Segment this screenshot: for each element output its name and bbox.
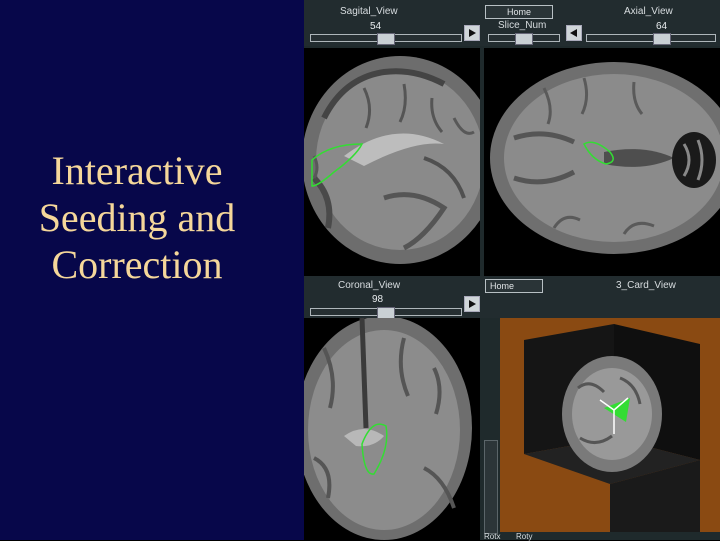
coronal-view[interactable] <box>304 318 480 540</box>
sagittal-next-button[interactable] <box>464 25 480 41</box>
axial-slider-thumb[interactable] <box>653 33 671 45</box>
sagittal-slice-value: 54 <box>370 21 382 32</box>
axial-prev-button[interactable] <box>566 25 582 41</box>
coronal-slider[interactable] <box>310 307 462 319</box>
home-button-top[interactable]: Home <box>485 5 553 19</box>
slice-num-label: Slice_Num <box>498 20 547 31</box>
coronal-view-label: Coronal_View <box>338 280 401 291</box>
3d-view-label: 3_Card_View <box>616 280 676 291</box>
axial-slice-value: 64 <box>656 21 668 32</box>
3d-view-scrollbar[interactable] <box>484 440 498 534</box>
title-line: Correction <box>51 241 223 287</box>
sagittal-slider[interactable] <box>310 33 462 45</box>
sagittal-view[interactable] <box>304 48 480 276</box>
axial-slice-image <box>490 62 720 254</box>
slice-num-slider-thumb[interactable] <box>515 33 533 45</box>
axial-slider[interactable] <box>586 33 716 45</box>
axial-view[interactable] <box>484 48 720 276</box>
home-button-middle[interactable]: Home <box>485 279 543 293</box>
3d-brain-render <box>500 318 720 532</box>
coronal-next-button[interactable] <box>464 296 480 312</box>
3d-card-view[interactable] <box>500 318 720 532</box>
coronal-slice-value: 98 <box>372 294 384 305</box>
title-line: Interactive <box>51 148 223 193</box>
title-line: Seeding and <box>38 194 236 240</box>
arrow-right-icon <box>469 300 476 308</box>
slide-title: Interactive Seeding and Correction <box>14 148 260 288</box>
arrow-right-icon <box>469 29 476 37</box>
slice-num-slider[interactable] <box>488 33 560 45</box>
arrow-left-icon <box>570 29 577 37</box>
coronal-slice-image <box>304 318 472 540</box>
sagittal-slider-thumb[interactable] <box>377 33 395 45</box>
axial-view-label: Axial_View <box>624 6 673 17</box>
sagittal-slice-image <box>304 56 480 264</box>
viewer-application: Sagital_View 54 Home Slice_Num Axial_Vie… <box>304 0 720 541</box>
sagittal-view-label: Sagital_View <box>340 6 398 17</box>
